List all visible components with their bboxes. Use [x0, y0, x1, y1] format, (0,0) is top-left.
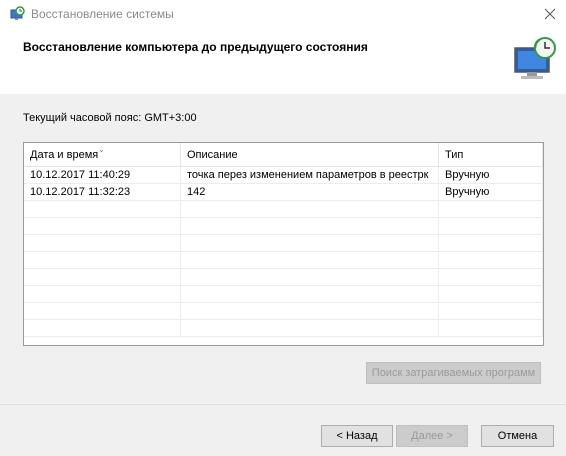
empty-row	[24, 269, 543, 286]
cell-type: Вручную	[439, 167, 543, 184]
column-header-date-label: Дата и время	[30, 149, 99, 161]
empty-row	[24, 201, 543, 218]
table-row[interactable]: 10.12.2017 11:32:23 142 Вручную	[24, 184, 543, 201]
close-button[interactable]	[536, 1, 564, 27]
column-header-date[interactable]: ⌄ Дата и время	[24, 143, 181, 167]
sort-chevron-icon: ⌄	[98, 145, 105, 154]
wizard-header: Восстановление компьютера до предыдущего…	[0, 30, 566, 94]
column-header-type[interactable]: Тип	[439, 143, 543, 167]
empty-row	[24, 235, 543, 252]
title-bar: Восстановление системы	[0, 0, 566, 30]
system-restore-icon	[9, 6, 25, 22]
table-row[interactable]: 10.12.2017 11:40:29 точка перез изменени…	[24, 167, 543, 184]
empty-row	[24, 218, 543, 235]
page-title: Восстановление компьютера до предыдущего…	[23, 40, 368, 54]
cell-date: 10.12.2017 11:32:23	[24, 184, 181, 201]
close-icon	[544, 8, 556, 20]
cell-description: точка перез изменением параметров в реес…	[181, 167, 439, 184]
cell-date: 10.12.2017 11:40:29	[24, 167, 181, 184]
scan-affected-programs-button[interactable]: Поиск затрагиваемых программ	[366, 362, 541, 384]
column-header-description[interactable]: Описание	[181, 143, 439, 167]
cell-type: Вручную	[439, 184, 543, 201]
window-title: Восстановление системы	[31, 7, 174, 21]
cell-description: 142	[181, 184, 439, 201]
timezone-label: Текущий часовой пояс: GMT+3:00	[23, 112, 197, 124]
next-button[interactable]: Далее >	[396, 425, 468, 447]
empty-row	[24, 320, 543, 337]
empty-row	[24, 303, 543, 320]
restore-points-table: ⌄ Дата и время Описание Тип 10.12.2017 1…	[23, 142, 544, 346]
back-button[interactable]: < Назад	[321, 425, 393, 447]
system-restore-monitor-icon	[511, 36, 559, 82]
content-panel: Текущий часовой пояс: GMT+3:00 ⌄ Дата и …	[0, 94, 566, 404]
empty-row	[24, 252, 543, 269]
cancel-button[interactable]: Отмена	[481, 425, 554, 447]
table-header: ⌄ Дата и время Описание Тип	[24, 143, 543, 167]
wizard-footer: < Назад Далее > Отмена	[0, 404, 566, 456]
empty-row	[24, 286, 543, 303]
